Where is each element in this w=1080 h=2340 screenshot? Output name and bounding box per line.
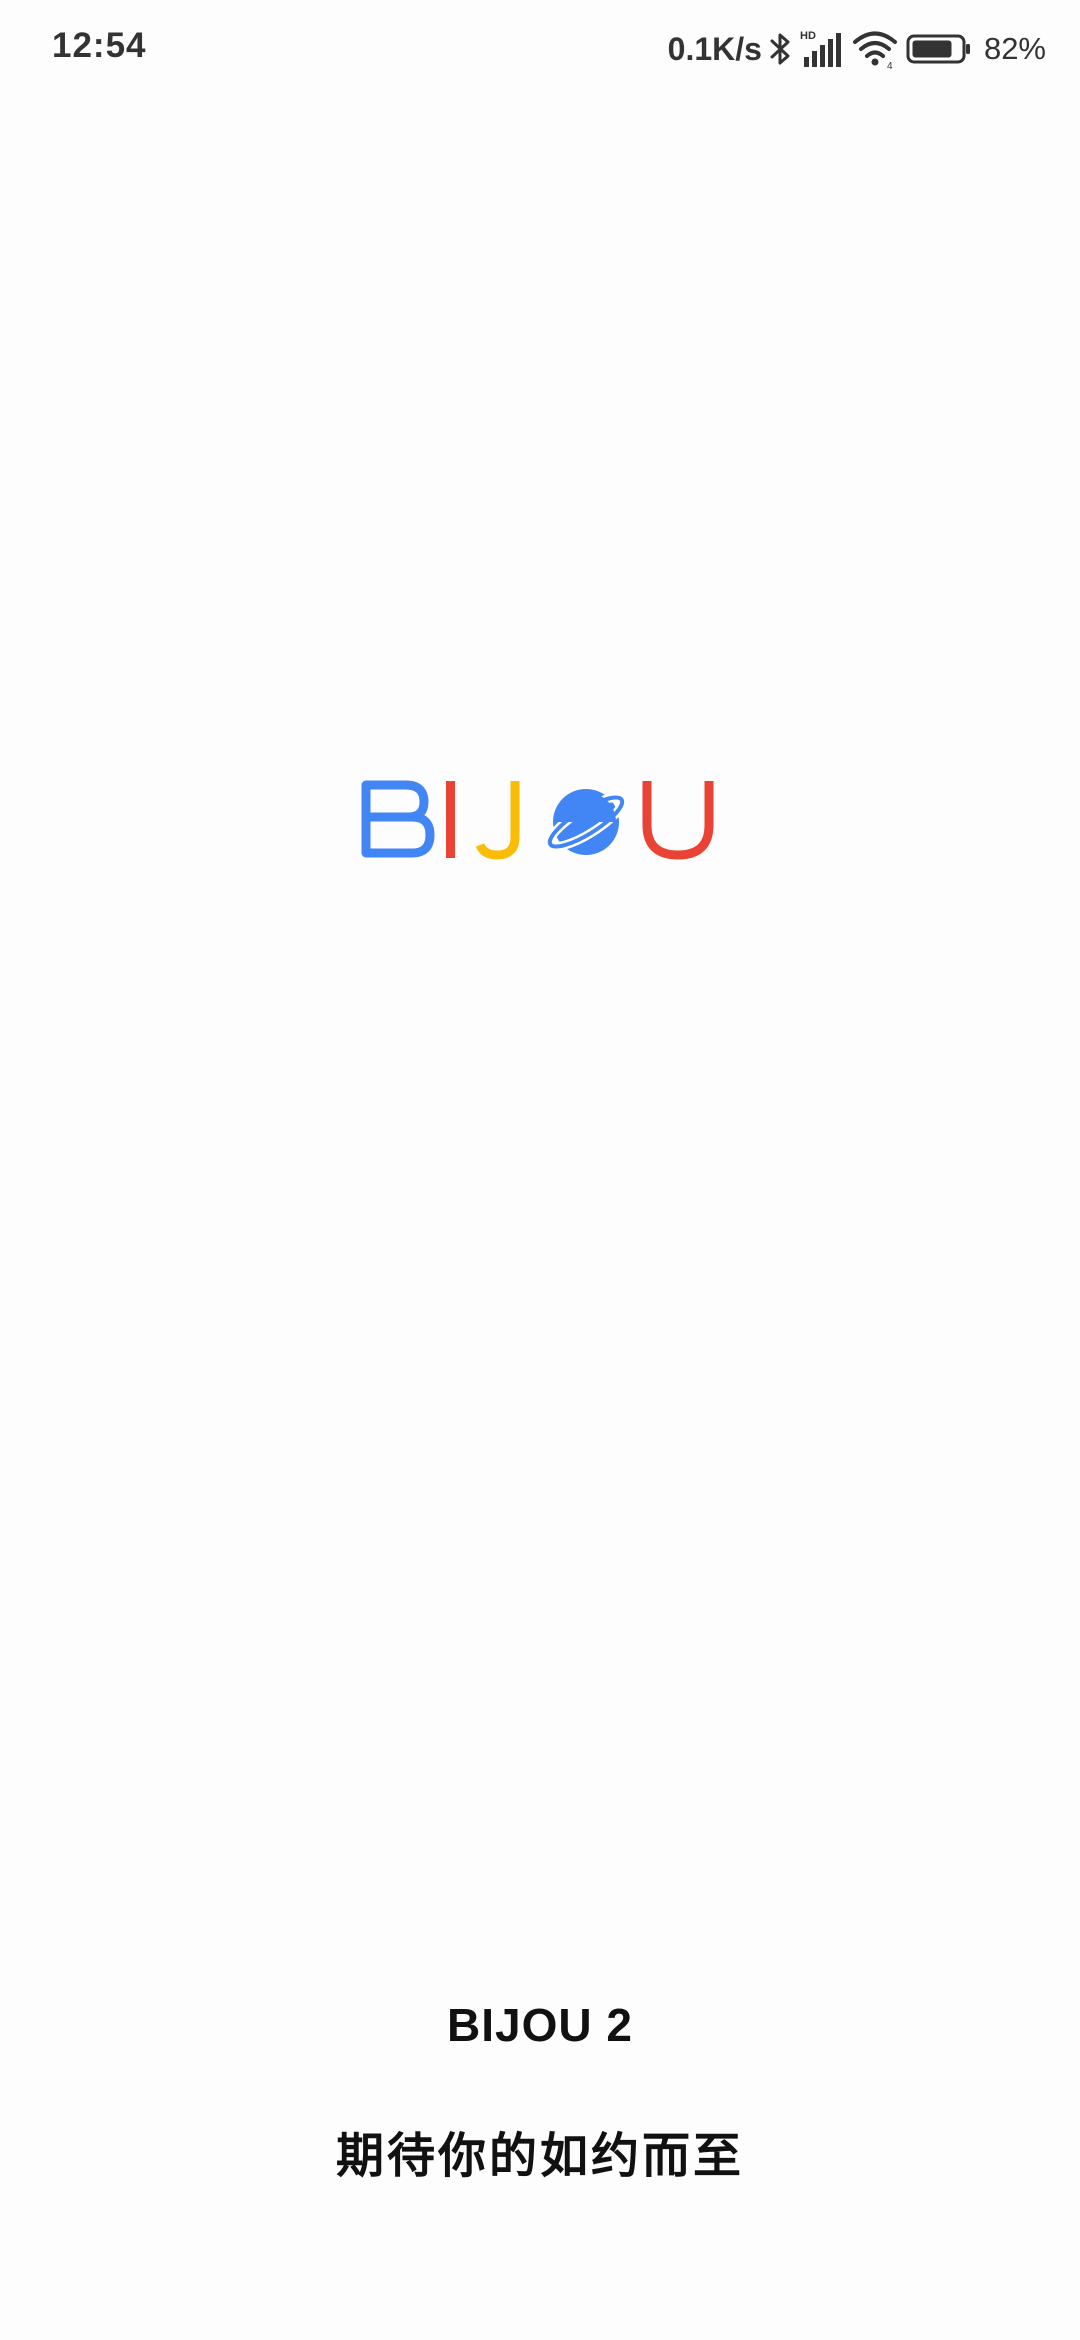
- slogan-text: 期待你的如约而至: [335, 2130, 744, 2183]
- planet-icon: [545, 789, 627, 855]
- svg-text:4: 4: [887, 61, 893, 69]
- status-time: 12:54: [52, 26, 147, 65]
- battery-icon: [906, 33, 972, 65]
- wifi-icon: 4: [852, 29, 898, 69]
- status-bar: 12:54 0.1K/s HD 4 82%: [0, 0, 1080, 100]
- logo-letter-u: [642, 781, 714, 860]
- logo-letter-b: [361, 780, 435, 858]
- splash-screen: 12:54 0.1K/s HD 4 82% BIJOU 2 期待你的如约而至: [0, 0, 1080, 2340]
- hd-signal-icon: HD: [800, 29, 844, 69]
- network-speed: 0.1K/s: [667, 30, 762, 67]
- logo-letter-j: [475, 781, 520, 860]
- bluetooth-icon: [770, 31, 792, 67]
- app-name: BIJOU 2: [447, 1999, 633, 2051]
- battery-percentage: 82%: [983, 31, 1046, 66]
- logo-letter-i: [446, 781, 455, 858]
- status-icons: 0.1K/s HD 4 82%: [668, 24, 1046, 74]
- svg-text:HD: HD: [800, 30, 816, 42]
- bijou-logo: [360, 775, 722, 880]
